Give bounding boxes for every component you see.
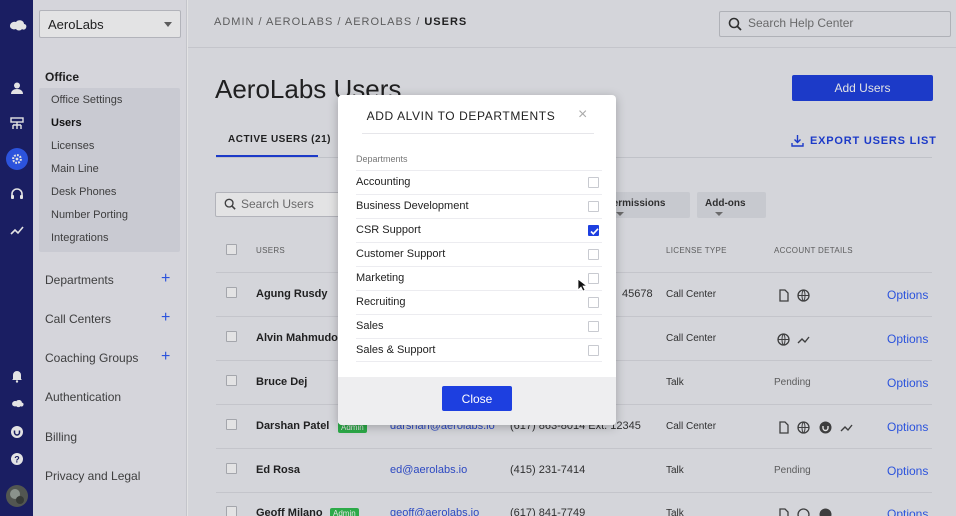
- departments-modal: ADD ALVIN TO DEPARTMENTS × Departments A…: [338, 95, 616, 425]
- close-button[interactable]: Close: [442, 386, 512, 411]
- department-row[interactable]: Business Development: [356, 194, 602, 218]
- department-row[interactable]: Sales: [356, 314, 602, 338]
- department-checkbox[interactable]: [588, 345, 599, 356]
- department-label: CSR Support: [356, 224, 421, 236]
- department-checkbox[interactable]: [588, 177, 599, 188]
- department-row[interactable]: Marketing: [356, 266, 602, 290]
- department-row[interactable]: Customer Support: [356, 242, 602, 266]
- department-row[interactable]: Sales & Support: [356, 338, 602, 362]
- mouse-cursor-icon: [577, 278, 587, 292]
- department-label: Marketing: [356, 272, 405, 284]
- department-row[interactable]: CSR Support: [356, 218, 602, 242]
- modal-divider: [362, 133, 594, 134]
- department-row[interactable]: Recruiting: [356, 290, 602, 314]
- department-label: Recruiting: [356, 296, 406, 308]
- department-checkbox[interactable]: [588, 249, 599, 260]
- department-checkbox[interactable]: [588, 297, 599, 308]
- departments-heading: Departments: [356, 154, 408, 164]
- department-label: Business Development: [356, 200, 469, 212]
- modal-footer: Close: [338, 377, 616, 425]
- department-label: Accounting: [356, 176, 411, 188]
- modal-title: ADD ALVIN TO DEPARTMENTS: [366, 109, 556, 123]
- department-row[interactable]: Accounting: [356, 170, 602, 194]
- close-icon[interactable]: ×: [578, 107, 587, 123]
- checkmark-icon: [590, 228, 599, 235]
- department-checkbox-checked[interactable]: [588, 225, 599, 236]
- department-checkbox[interactable]: [588, 321, 599, 332]
- department-checkbox[interactable]: [588, 201, 599, 212]
- department-checkbox[interactable]: [588, 273, 599, 284]
- department-label: Customer Support: [356, 248, 446, 260]
- department-label: Sales & Support: [356, 344, 436, 356]
- department-label: Sales: [356, 320, 384, 332]
